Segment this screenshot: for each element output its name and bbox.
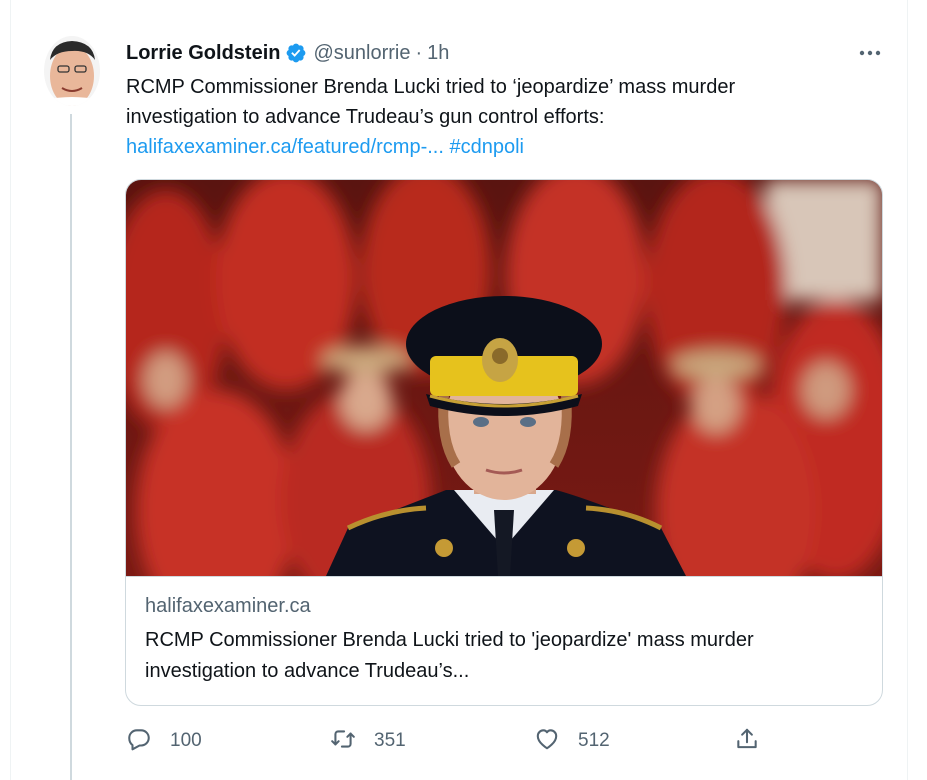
link-preview-card[interactable]: halifaxexaminer.ca RCMP Commissioner Bre… [125,179,883,706]
display-name[interactable]: Lorrie Goldstein [126,42,280,65]
share-icon [734,726,760,757]
retweet-icon [330,726,356,757]
tweet-action-bar: 100 351 512 [126,726,826,756]
tweet-text: RCMP Commissioner Brenda Lucki tried to … [126,72,846,162]
card-domain: halifaxexaminer.ca [145,595,311,617]
reply-count: 100 [170,730,202,751]
card-title: RCMP Commissioner Brenda Lucki tried to … [145,625,865,687]
thread-connector-line [70,114,72,780]
user-handle[interactable]: @sunlorrie [313,42,410,65]
card-title-line: RCMP Commissioner Brenda Lucki tried to … [145,629,754,651]
tweet-timestamp[interactable]: 1h [427,42,449,65]
card-text-area[interactable]: halifaxexaminer.ca RCMP Commissioner Bre… [126,576,882,705]
avatar[interactable] [44,36,100,106]
reply-button[interactable]: 100 [126,726,202,756]
card-title-line: investigation to advance Trudeau’s... [145,660,470,682]
separator-dot: · [415,41,423,64]
card-image[interactable] [126,180,882,630]
share-button[interactable] [734,726,760,756]
like-count: 512 [578,730,610,751]
tweet-text-line: RCMP Commissioner Brenda Lucki tried to … [126,76,736,98]
verified-badge-icon [285,42,307,64]
timeline-right-border [907,0,908,780]
heart-icon [534,726,560,757]
like-button[interactable]: 512 [534,726,610,756]
retweet-count: 351 [374,730,406,751]
more-options-icon[interactable] [856,40,884,66]
article-link[interactable]: halifaxexaminer.ca/featured/rcmp-... [126,136,444,158]
hashtag-link[interactable]: #cdnpoli [449,136,524,158]
timeline-left-border [10,0,11,780]
reply-icon [126,726,152,757]
tweet-header: Lorrie Goldstein @sunlorrie · 1h [126,40,449,66]
tweet-text-line: investigation to advance Trudeau’s gun c… [126,106,605,128]
retweet-button[interactable]: 351 [330,726,406,756]
